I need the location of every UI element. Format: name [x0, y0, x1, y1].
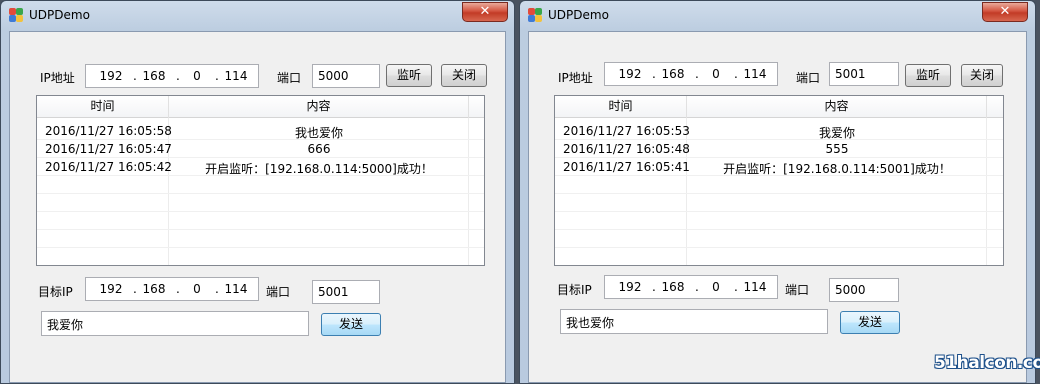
- ip-dot: .: [695, 280, 699, 294]
- send-button[interactable]: 发送: [840, 311, 900, 334]
- row-content: 我也爱你: [294, 126, 343, 140]
- listen-ip-input[interactable]: 192 . 168 . 0 . 114: [85, 64, 259, 88]
- close-window-button[interactable]: ✕: [982, 2, 1028, 22]
- row-content: 555: [825, 142, 849, 156]
- target-ip-input[interactable]: 192 . 168 . 0 . 114: [604, 275, 778, 299]
- row-time: 2016/11/27 16:05:42: [45, 160, 172, 174]
- message-list[interactable]: 时间 内容 2016/11/27 16:05:58 我也爱你 2016/11/2…: [36, 95, 485, 266]
- message-input[interactable]: 我也爱你: [560, 309, 828, 334]
- close-button[interactable]: 关闭: [441, 64, 487, 87]
- app-icon: [9, 8, 23, 22]
- table-row[interactable]: 2016/11/27 16:05:58 我也爱你: [37, 122, 484, 140]
- client-area: IP地址 192 . 168 . 0 . 114 端口 5000 监听 关闭 时…: [9, 31, 506, 383]
- message-list[interactable]: 时间 内容 2016/11/27 16:05:53 我爱你 2016/11/27…: [554, 95, 1004, 266]
- close-window-button[interactable]: ✕: [462, 2, 508, 22]
- list-header: 时间 内容: [37, 96, 484, 118]
- row-content: 开启监听：[192.168.0.114:5001]成功！: [723, 162, 951, 176]
- listen-ip-input[interactable]: 192 . 168 . 0 . 114: [604, 62, 778, 86]
- ip-octet-2[interactable]: 168: [658, 280, 688, 294]
- app-icon: [528, 8, 542, 22]
- client-area: IP地址 192 . 168 . 0 . 114 端口 5001 监听 关闭 时…: [528, 31, 1027, 383]
- column-header-time[interactable]: 时间: [555, 96, 687, 118]
- table-row[interactable]: 2016/11/27 16:05:53 我爱你: [555, 122, 1003, 140]
- ip-dot: .: [652, 280, 656, 294]
- target-ip-label: 目标IP: [557, 283, 592, 297]
- ip-octet-4[interactable]: 114: [740, 280, 770, 294]
- row-time: 2016/11/27 16:05:53: [563, 124, 690, 138]
- window-title: UDPDemo: [29, 8, 90, 22]
- column-header-content[interactable]: 内容: [687, 96, 987, 118]
- ip-octet-4[interactable]: 114: [221, 69, 251, 83]
- row-content: 开启监听：[192.168.0.114:5000]成功！: [205, 162, 433, 176]
- table-row[interactable]: 2016/11/27 16:05:42 开启监听：[192.168.0.114:…: [37, 158, 484, 176]
- title-bar[interactable]: UDPDemo ✕: [1, 1, 514, 29]
- ip-dot: .: [695, 67, 699, 81]
- ip-dot: .: [133, 69, 137, 83]
- table-row[interactable]: 2016/11/27 16:05:48 555: [555, 140, 1003, 158]
- ip-dot: .: [133, 282, 137, 296]
- window-title: UDPDemo: [548, 8, 609, 22]
- ip-octet-3[interactable]: 0: [182, 69, 212, 83]
- list-header: 时间 内容: [555, 96, 1003, 118]
- ip-dot: .: [176, 69, 180, 83]
- row-time: 2016/11/27 16:05:47: [45, 142, 172, 156]
- target-ip-label: 目标IP: [38, 285, 73, 299]
- ip-dot: .: [734, 280, 738, 294]
- target-ip-input[interactable]: 192 . 168 . 0 . 114: [85, 277, 259, 301]
- ip-dot: .: [215, 282, 219, 296]
- target-port-label: 端口: [266, 285, 291, 299]
- ip-dot: .: [734, 67, 738, 81]
- ip-address-label: IP地址: [558, 71, 593, 85]
- ip-dot: .: [215, 69, 219, 83]
- ip-octet-1[interactable]: 192: [615, 280, 645, 294]
- target-port-input[interactable]: 5001: [312, 280, 380, 304]
- ip-dot: .: [176, 282, 180, 296]
- ip-octet-2[interactable]: 168: [139, 282, 169, 296]
- row-content: 666: [307, 142, 331, 156]
- ip-octet-3[interactable]: 0: [701, 67, 731, 81]
- target-port-input[interactable]: 5000: [829, 278, 899, 302]
- ip-octet-3[interactable]: 0: [182, 282, 212, 296]
- ip-octet-2[interactable]: 168: [139, 69, 169, 83]
- send-button[interactable]: 发送: [321, 313, 381, 336]
- ip-octet-2[interactable]: 168: [658, 67, 688, 81]
- row-time: 2016/11/27 16:05:58: [45, 124, 172, 138]
- ip-octet-3[interactable]: 0: [701, 280, 731, 294]
- column-header-time[interactable]: 时间: [37, 96, 169, 118]
- row-content: 我爱你: [818, 126, 855, 140]
- udpdemo-window-2: UDPDemo ✕ IP地址 192 . 168 . 0 . 114 端口 50…: [519, 0, 1036, 384]
- close-icon: ✕: [479, 4, 491, 19]
- target-port-label: 端口: [785, 283, 810, 297]
- port-label: 端口: [277, 71, 302, 85]
- listen-button[interactable]: 监听: [386, 64, 432, 87]
- ip-dot: .: [652, 67, 656, 81]
- listen-port-input[interactable]: 5000: [312, 64, 380, 88]
- table-row[interactable]: 2016/11/27 16:05:41 开启监听：[192.168.0.114:…: [555, 158, 1003, 176]
- message-input[interactable]: 我爱你: [41, 311, 309, 336]
- ip-octet-4[interactable]: 114: [221, 282, 251, 296]
- listen-port-input[interactable]: 5001: [829, 62, 899, 86]
- ip-octet-4[interactable]: 114: [740, 67, 770, 81]
- close-icon: ✕: [999, 4, 1011, 19]
- row-time: 2016/11/27 16:05:41: [563, 160, 690, 174]
- row-time: 2016/11/27 16:05:48: [563, 142, 690, 156]
- site-watermark: 51halcon.com: [934, 353, 1040, 373]
- udpdemo-window-1: UDPDemo ✕ IP地址 192 . 168 . 0 . 114 端口 50…: [0, 0, 515, 384]
- listen-button[interactable]: 监听: [905, 64, 951, 87]
- ip-octet-1[interactable]: 192: [615, 67, 645, 81]
- ip-octet-1[interactable]: 192: [96, 282, 126, 296]
- ip-octet-1[interactable]: 192: [96, 69, 126, 83]
- port-label: 端口: [796, 71, 821, 85]
- close-button[interactable]: 关闭: [961, 64, 1003, 87]
- table-row[interactable]: 2016/11/27 16:05:47 666: [37, 140, 484, 158]
- column-header-content[interactable]: 内容: [169, 96, 469, 118]
- ip-address-label: IP地址: [40, 71, 75, 85]
- title-bar[interactable]: UDPDemo ✕: [520, 1, 1035, 29]
